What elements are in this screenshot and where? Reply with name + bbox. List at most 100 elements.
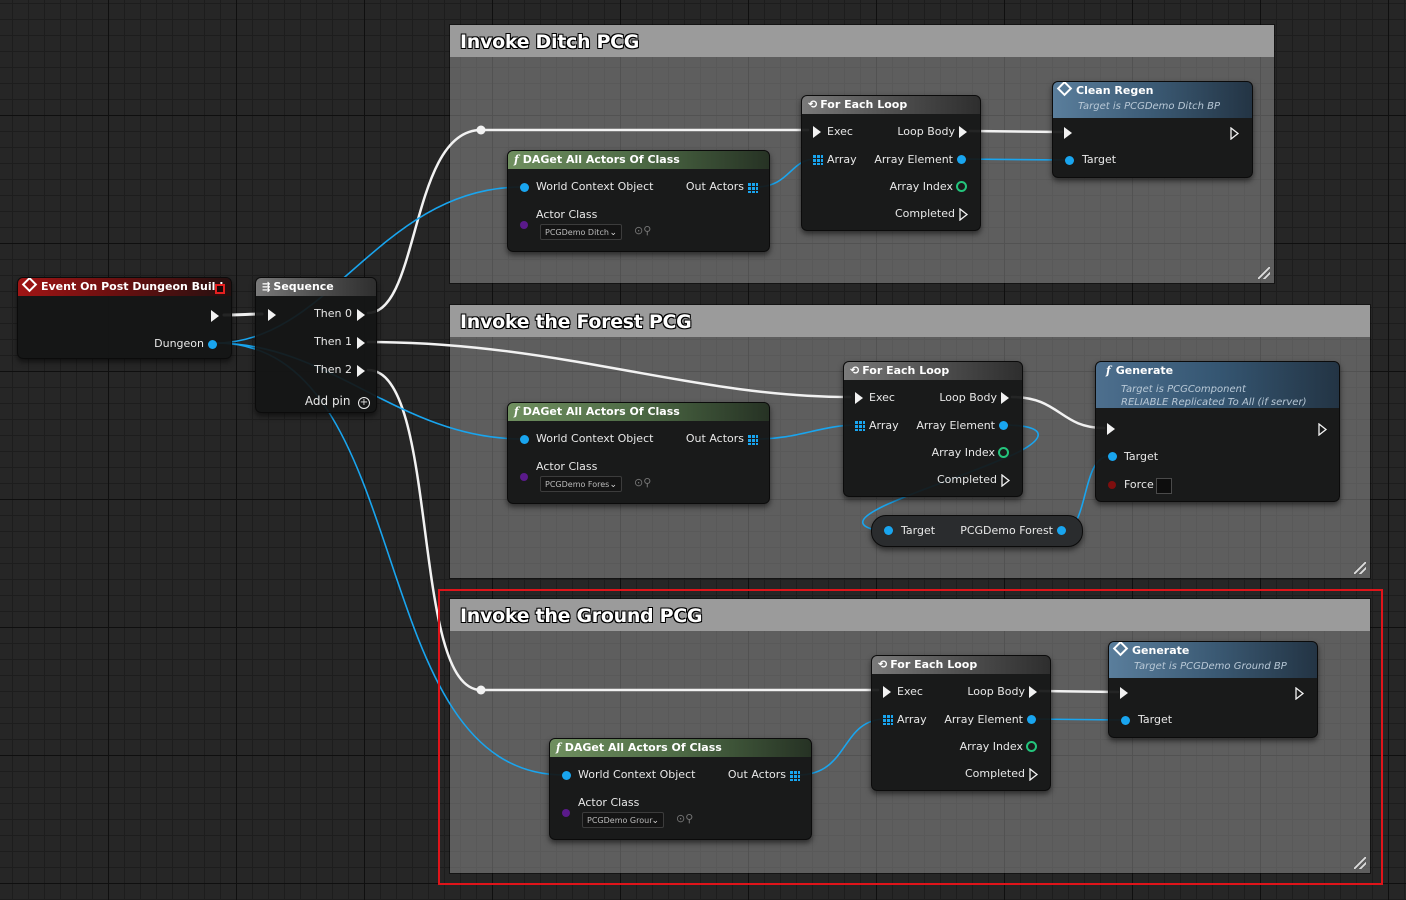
generate-header[interactable]: f Generate Target is PCGComponent RELIABL… bbox=[1096, 362, 1339, 408]
sequence-then0-pin[interactable] bbox=[357, 309, 365, 321]
sequence-icon: ⇶ bbox=[262, 282, 271, 293]
foreach-node-ditch[interactable]: ⟲ For Each Loop Exec Loop Body Array Arra… bbox=[801, 95, 981, 231]
sequence-then2-pin[interactable] bbox=[357, 365, 365, 377]
world-context-label: World Context Object bbox=[536, 180, 654, 193]
highlight-box bbox=[438, 589, 1383, 885]
get-actors-title: DAGet All Actors Of Class bbox=[522, 153, 680, 166]
asset-browse-icons[interactable]: ⊙⚲ bbox=[634, 224, 651, 237]
world-context-label: World Context Object bbox=[536, 432, 654, 445]
generate-subtitle-target: Target is PCGComponent bbox=[1121, 384, 1246, 395]
world-context-pin[interactable] bbox=[520, 435, 529, 444]
generate-target-pin[interactable] bbox=[1108, 452, 1117, 461]
actor-class-pin[interactable] bbox=[520, 473, 528, 481]
generate-exec-out-pin[interactable] bbox=[1318, 422, 1328, 439]
force-pin[interactable] bbox=[1108, 481, 1116, 489]
clean-regen-subtitle: Target is PCGDemo Ditch BP bbox=[1078, 101, 1221, 112]
foreach-array-pin[interactable] bbox=[813, 155, 823, 165]
generate-exec-in-pin[interactable] bbox=[1107, 423, 1115, 435]
array-element-pin[interactable] bbox=[957, 155, 966, 164]
foreach-header[interactable]: ⟲ For Each Loop bbox=[802, 96, 980, 114]
clean-regen-target-label: Target bbox=[1082, 153, 1117, 166]
out-actors-pin[interactable] bbox=[748, 435, 758, 445]
loop-body-pin[interactable] bbox=[1001, 392, 1009, 404]
event-node-title: Event On Post Dungeon Build bbox=[41, 280, 224, 293]
get-actors-title: DAGet All Actors Of Class bbox=[522, 405, 680, 418]
generate-title: Generate bbox=[1115, 364, 1174, 377]
var-target-pin[interactable] bbox=[884, 526, 893, 535]
array-index-pin[interactable] bbox=[956, 181, 967, 192]
foreach-array-label: Array bbox=[869, 419, 899, 432]
array-element-pin[interactable] bbox=[999, 421, 1008, 430]
chevron-down-icon: ⌄ bbox=[609, 228, 617, 238]
event-exec-out-pin[interactable] bbox=[211, 310, 219, 322]
function-icon: f bbox=[514, 153, 519, 166]
array-index-label: Array Index bbox=[931, 446, 995, 459]
foreach-exec-label: Exec bbox=[869, 391, 895, 404]
get-actors-header[interactable]: f DAGet All Actors Of Class bbox=[508, 151, 769, 169]
event-node-delegate-pin[interactable] bbox=[215, 284, 225, 294]
event-node[interactable]: Event On Post Dungeon Build Dungeon bbox=[17, 277, 232, 359]
out-actors-label: Out Actors bbox=[685, 432, 744, 445]
sequence-then2-label: Then 2 bbox=[314, 363, 352, 376]
macro-icon: ⟲ bbox=[850, 364, 860, 377]
var-value-label: PCGDemo Forest bbox=[960, 524, 1053, 537]
event-node-header[interactable]: Event On Post Dungeon Build bbox=[18, 278, 231, 296]
macro-icon: ⟲ bbox=[808, 98, 818, 111]
foreach-exec-in-pin[interactable] bbox=[855, 392, 863, 404]
out-actors-pin[interactable] bbox=[748, 183, 758, 193]
add-pin-icon: + bbox=[358, 397, 370, 409]
completed-pin[interactable] bbox=[1001, 473, 1011, 490]
add-pin-label: Add pin bbox=[304, 394, 351, 408]
force-checkbox[interactable] bbox=[1156, 478, 1172, 494]
out-actors-label: Out Actors bbox=[685, 180, 744, 193]
foreach-exec-in-pin[interactable] bbox=[813, 126, 821, 138]
array-element-label: Array Element bbox=[916, 419, 995, 432]
foreach-node-forest[interactable]: ⟲ For Each Loop Exec Loop Body Array Arra… bbox=[843, 361, 1023, 497]
loop-body-label: Loop Body bbox=[939, 391, 997, 404]
var-target-label: Target bbox=[901, 524, 936, 537]
exec-wire bbox=[366, 340, 852, 399]
reroute-knot bbox=[476, 125, 486, 135]
array-element-label: Array Element bbox=[874, 153, 953, 166]
event-call-icon bbox=[1056, 82, 1073, 97]
actor-class-dropdown[interactable]: PCGDemo Fores ⌄ bbox=[540, 476, 622, 492]
forest-variable-node[interactable]: Target PCGDemo Forest bbox=[871, 515, 1083, 547]
foreach-exec-label: Exec bbox=[827, 125, 853, 138]
generate-node-forest[interactable]: f Generate Target is PCGComponent RELIABL… bbox=[1095, 361, 1340, 502]
sequence-then1-pin[interactable] bbox=[357, 337, 365, 349]
loop-body-label: Loop Body bbox=[897, 125, 955, 138]
actor-class-value: PCGDemo Fores bbox=[545, 480, 610, 489]
clean-regen-exec-in-pin[interactable] bbox=[1064, 127, 1072, 139]
generate-subtitle-replication: RELIABLE Replicated To All (if server) bbox=[1121, 397, 1307, 408]
sequence-node[interactable]: ⇶ Sequence Then 0 Then 1 Then 2 Add pin + bbox=[255, 277, 377, 413]
add-pin-button[interactable]: Add pin + bbox=[305, 394, 370, 409]
get-actors-header[interactable]: f DAGet All Actors Of Class bbox=[508, 403, 769, 421]
exec-wire bbox=[1010, 395, 1106, 430]
actor-class-pin[interactable] bbox=[520, 221, 528, 229]
foreach-array-pin[interactable] bbox=[855, 421, 865, 431]
clean-regen-target-pin[interactable] bbox=[1065, 156, 1074, 165]
sequence-node-header[interactable]: ⇶ Sequence bbox=[256, 278, 376, 296]
sequence-exec-in-pin[interactable] bbox=[268, 309, 276, 321]
function-icon: f bbox=[1106, 364, 1111, 377]
asset-browse-icons[interactable]: ⊙⚲ bbox=[634, 476, 651, 489]
clean-regen-header[interactable]: Clean Regen Target is PCGDemo Ditch BP bbox=[1053, 82, 1252, 118]
event-dungeon-pin[interactable] bbox=[208, 340, 217, 349]
world-context-pin[interactable] bbox=[520, 183, 529, 192]
array-index-pin[interactable] bbox=[998, 447, 1009, 458]
actor-class-dropdown[interactable]: PCGDemo Ditch ⌄ bbox=[540, 224, 622, 240]
foreach-title: For Each Loop bbox=[862, 364, 950, 377]
get-actors-node-ditch[interactable]: f DAGet All Actors Of Class World Context… bbox=[507, 150, 770, 252]
sequence-node-title: Sequence bbox=[273, 280, 334, 293]
chevron-down-icon: ⌄ bbox=[609, 480, 617, 490]
var-value-pin[interactable] bbox=[1057, 526, 1066, 535]
foreach-header[interactable]: ⟲ For Each Loop bbox=[844, 362, 1022, 380]
force-label: Force bbox=[1124, 478, 1154, 491]
get-actors-node-forest[interactable]: f DAGet All Actors Of Class World Context… bbox=[507, 402, 770, 504]
clean-regen-exec-out-pin[interactable] bbox=[1230, 126, 1240, 143]
completed-pin[interactable] bbox=[959, 207, 969, 224]
exec-wire bbox=[968, 129, 1064, 134]
loop-body-pin[interactable] bbox=[959, 126, 967, 138]
completed-label: Completed bbox=[895, 207, 955, 220]
clean-regen-node[interactable]: Clean Regen Target is PCGDemo Ditch BP T… bbox=[1052, 81, 1253, 178]
